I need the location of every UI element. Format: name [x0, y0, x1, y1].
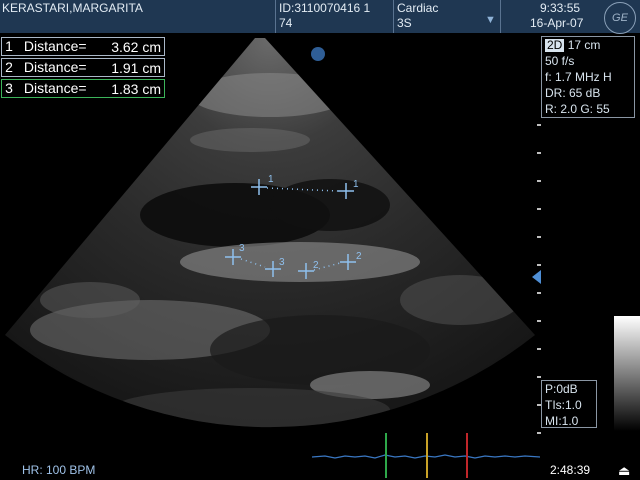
thermal-index: TIs:1.0 [545, 398, 582, 412]
measurement-value: 3.62 cm [111, 39, 161, 55]
frequency: f: 1.7 MHz H [545, 70, 612, 84]
measurement-label: Distance= [23, 59, 87, 75]
grayscale-bar [614, 316, 640, 431]
orientation-marker-icon [311, 47, 325, 61]
reject-gain: R: 2.0 G: 55 [545, 102, 610, 116]
safety-indices: P:0dB TIs:1.0 MI:1.0 [541, 380, 597, 428]
acoustic-power: P:0dB [545, 382, 578, 396]
measurement-3[interactable]: 3 Distance= 1.83 cm [1, 79, 165, 98]
caliper-label: 3 [239, 243, 245, 254]
caliper-label: 3 [279, 257, 285, 268]
measurement-label: Distance= [23, 80, 87, 96]
caliper-label: 2 [313, 260, 319, 271]
heart-rate: HR: 100 BPM [22, 463, 96, 477]
caliper-label: 1 [353, 179, 359, 190]
mechanical-index: MI:1.0 [545, 414, 579, 428]
depth-value: 17 cm [567, 38, 601, 52]
measurement-label: Distance= [23, 38, 87, 54]
measurement-number: 3 [5, 80, 13, 96]
measurement-2[interactable]: 2 Distance= 1.91 cm [1, 58, 165, 77]
mode-badge: 2D [545, 38, 565, 52]
focus-marker-icon[interactable] [532, 270, 541, 284]
dynamic-range: DR: 65 dB [545, 86, 601, 100]
measurement-value: 1.83 cm [111, 81, 161, 97]
caliper-label: 2 [356, 251, 362, 262]
measurement-number: 2 [5, 59, 13, 75]
measurement-value: 1.91 cm [111, 60, 161, 76]
caliper-label: 1 [268, 174, 274, 185]
cine-clock: 2:48:39 [550, 463, 591, 477]
measurement-number: 1 [5, 38, 13, 54]
measurement-1[interactable]: 1 Distance= 3.62 cm [1, 37, 165, 56]
imaging-parameters: 2D 17 cm 50 f/s f: 1.7 MHz H DR: 65 dB R… [541, 36, 635, 118]
cine-eject-icon[interactable]: ⏏ [618, 463, 630, 479]
frame-rate: 50 f/s [545, 54, 575, 68]
